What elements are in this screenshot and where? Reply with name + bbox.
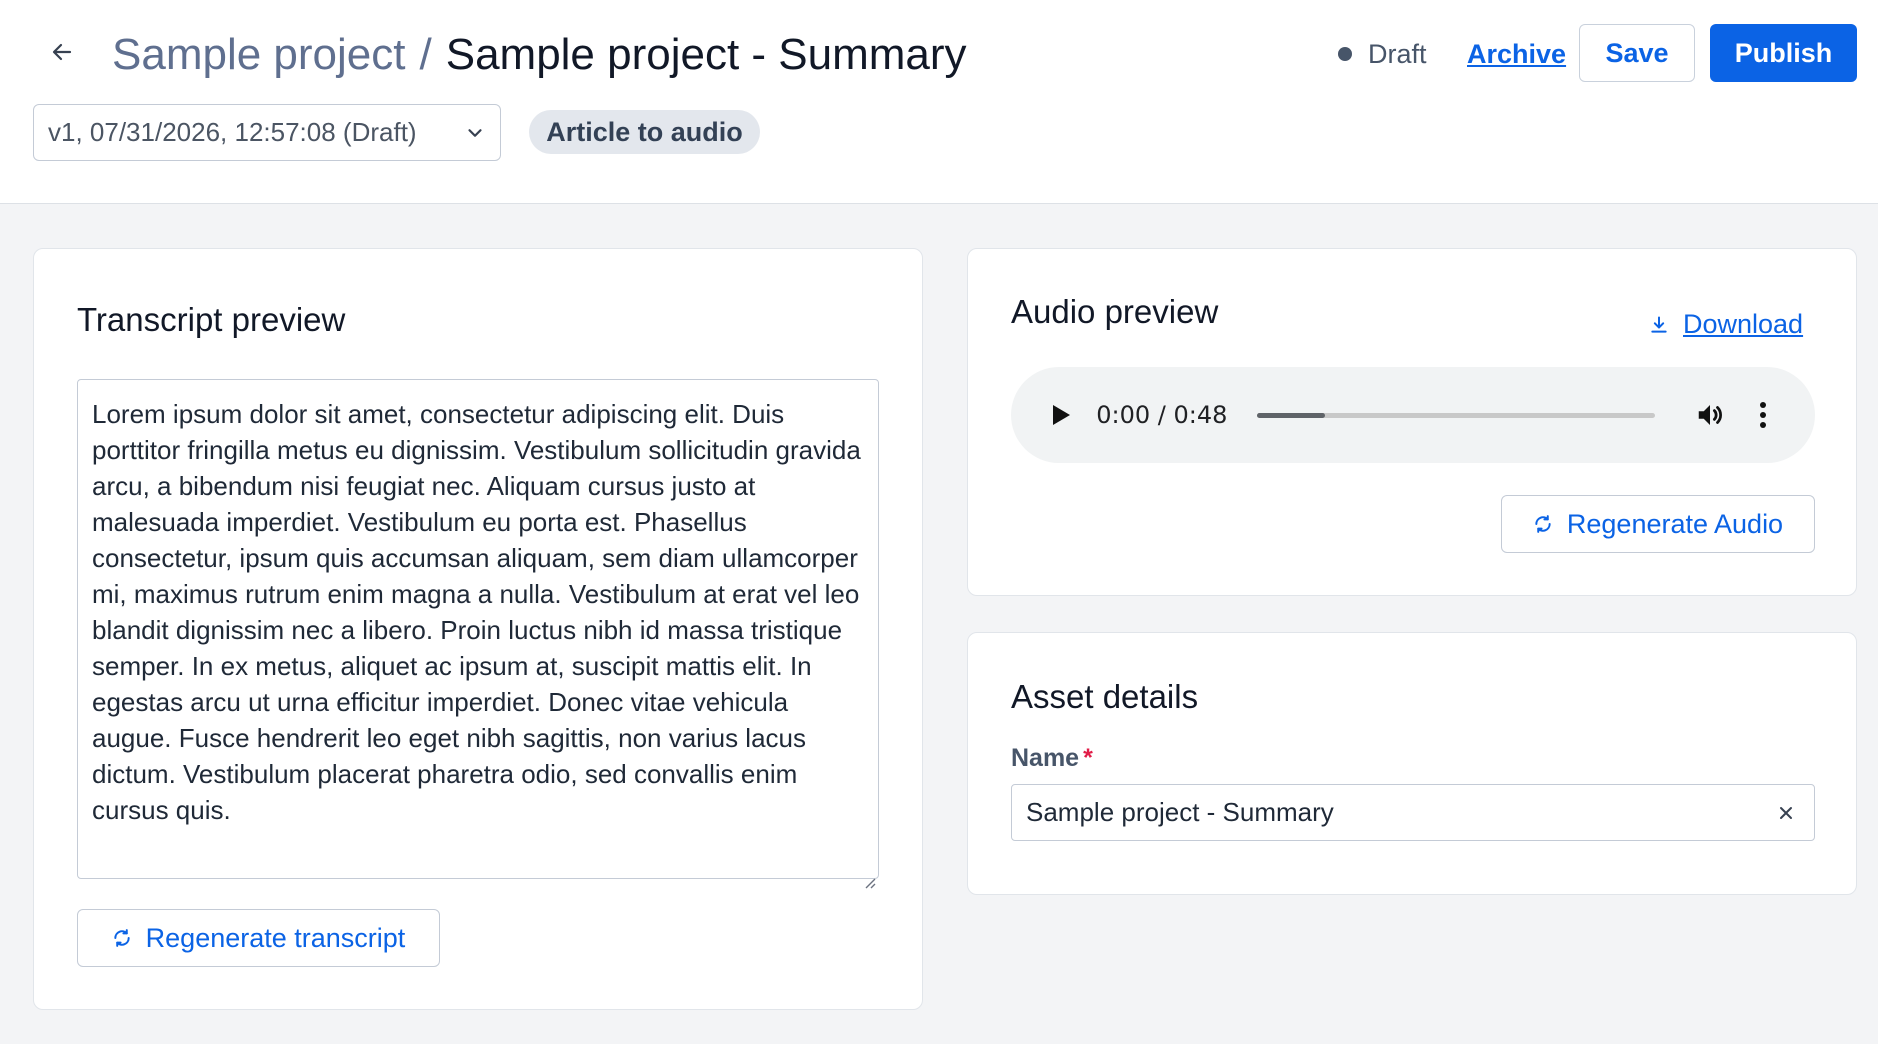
save-button[interactable]: Save	[1579, 24, 1695, 82]
transcript-title: Transcript preview	[77, 301, 346, 338]
more-options-button[interactable]	[1752, 399, 1775, 431]
download-link[interactable]: Download	[1649, 309, 1803, 340]
volume-button[interactable]	[1695, 399, 1726, 431]
page-title: Sample project - Summary	[445, 30, 967, 79]
clear-name-button[interactable]	[1772, 799, 1800, 827]
time-display: 0:00 / 0:48	[1096, 401, 1228, 429]
breadcrumb-separator: /	[419, 30, 432, 79]
regenerate-transcript-label: Regenerate transcript	[145, 922, 406, 953]
asset-details-title: Asset details	[1011, 678, 1199, 715]
publish-button[interactable]: Publish	[1710, 24, 1857, 82]
name-label-text: Name	[1011, 744, 1080, 772]
asset-details-card: Asset details Name *	[967, 632, 1857, 895]
regenerate-transcript-button[interactable]: Regenerate transcript	[77, 909, 440, 967]
back-button[interactable]	[44, 34, 80, 70]
transcript-textarea[interactable]: Lorem ipsum dolor sit amet, consectetur …	[77, 379, 879, 889]
play-icon	[1050, 403, 1072, 427]
status-indicator: Draft	[1338, 36, 1427, 72]
status-dot-icon	[1338, 47, 1352, 61]
more-vertical-icon	[1759, 402, 1767, 428]
play-button[interactable]	[1047, 401, 1074, 429]
arrow-left-icon	[50, 40, 74, 64]
audio-player: 0:00 / 0:48	[1011, 367, 1815, 463]
name-input[interactable]	[1026, 797, 1772, 828]
page-header: Sample project / Sample project - Summar…	[0, 0, 1878, 204]
refresh-icon	[112, 928, 132, 948]
seek-bar-progress	[1257, 412, 1325, 418]
regenerate-audio-label: Regenerate Audio	[1566, 508, 1784, 539]
version-select-value: v1, 07/31/2026, 12:57:08 (Draft)	[48, 117, 417, 147]
seek-bar[interactable]	[1257, 412, 1655, 418]
close-icon	[1778, 805, 1794, 821]
resize-handle-icon[interactable]	[862, 862, 876, 889]
chevron-down-icon	[464, 122, 486, 144]
volume-icon	[1695, 400, 1725, 430]
version-select[interactable]: v1, 07/31/2026, 12:57:08 (Draft)	[33, 104, 501, 161]
type-badge: Article to audio	[529, 110, 760, 154]
required-marker: *	[1083, 744, 1093, 772]
audio-card: Audio preview Download 0:00 / 0:48 Regen…	[967, 248, 1857, 596]
regenerate-audio-button[interactable]: Regenerate Audio	[1501, 495, 1815, 553]
archive-link[interactable]: Archive	[1467, 36, 1566, 72]
status-label: Draft	[1368, 38, 1427, 69]
name-field-label: Name *	[1011, 744, 1093, 773]
transcript-text: Lorem ipsum dolor sit amet, consectetur …	[92, 399, 861, 825]
breadcrumb-parent-link[interactable]: Sample project	[112, 30, 405, 80]
transcript-card: Transcript preview Lorem ipsum dolor sit…	[33, 248, 923, 1010]
download-label: Download	[1683, 309, 1804, 339]
download-icon	[1649, 315, 1669, 335]
refresh-icon	[1533, 514, 1553, 534]
audio-title: Audio preview	[1011, 293, 1219, 330]
name-field[interactable]	[1011, 784, 1815, 841]
breadcrumb: Sample project / Sample project - Summar…	[112, 20, 967, 90]
